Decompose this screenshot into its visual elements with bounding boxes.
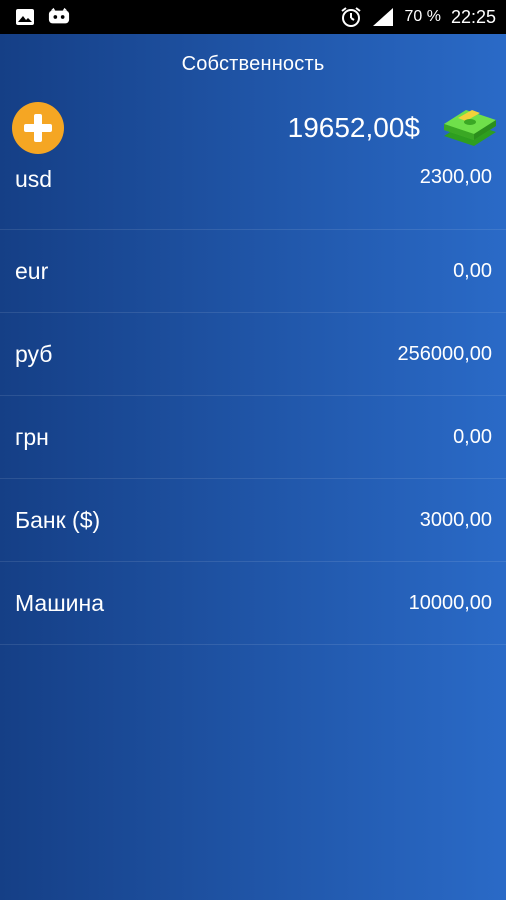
- add-asset-button[interactable]: [12, 102, 64, 154]
- signal-icon: [372, 6, 394, 28]
- asset-value: 3000,00: [419, 508, 492, 531]
- list-item[interactable]: eur 0,00: [0, 230, 506, 313]
- status-bar: 70 % 22:25: [0, 0, 506, 34]
- clock: 22:25: [450, 6, 496, 27]
- asset-label: eur: [15, 257, 49, 284]
- asset-label: Машина: [15, 589, 105, 616]
- plus-icon: [24, 114, 52, 142]
- list-item[interactable]: грн 0,00: [0, 396, 506, 479]
- asset-label: Банк ($): [15, 506, 101, 533]
- alarm-icon: [340, 6, 362, 28]
- asset-label: руб: [15, 340, 53, 367]
- status-bar-left: [14, 6, 70, 28]
- status-bar-right: 70 % 22:25: [340, 6, 496, 28]
- money-stack-icon: [440, 106, 498, 150]
- total-amount: 19652,00$: [287, 112, 420, 143]
- asset-label: usd: [15, 166, 53, 192]
- image-notification-icon: [14, 6, 36, 28]
- total-group: 19652,00$: [288, 106, 498, 150]
- page-title: Собственность: [181, 52, 325, 75]
- list-item[interactable]: руб 256000,00: [0, 313, 506, 396]
- list-item[interactable]: Банк ($) 3000,00: [0, 479, 506, 562]
- asset-value: 2300,00: [419, 166, 492, 188]
- asset-value: 10000,00: [408, 591, 492, 614]
- asset-value: 256000,00: [397, 342, 492, 365]
- asset-value: 0,00: [453, 259, 492, 282]
- battery-level: 70 %: [404, 8, 441, 25]
- asset-list: usd 2300,00 eur 0,00 руб 256000,00 грн 0…: [0, 154, 506, 645]
- list-item[interactable]: usd 2300,00: [0, 154, 506, 230]
- asset-label: грн: [15, 423, 49, 450]
- asset-value: 0,00: [453, 425, 492, 448]
- summary-bar: 19652,00$: [0, 94, 506, 162]
- list-item[interactable]: Машина 10000,00: [0, 562, 506, 645]
- app-notification-icon: [48, 6, 70, 28]
